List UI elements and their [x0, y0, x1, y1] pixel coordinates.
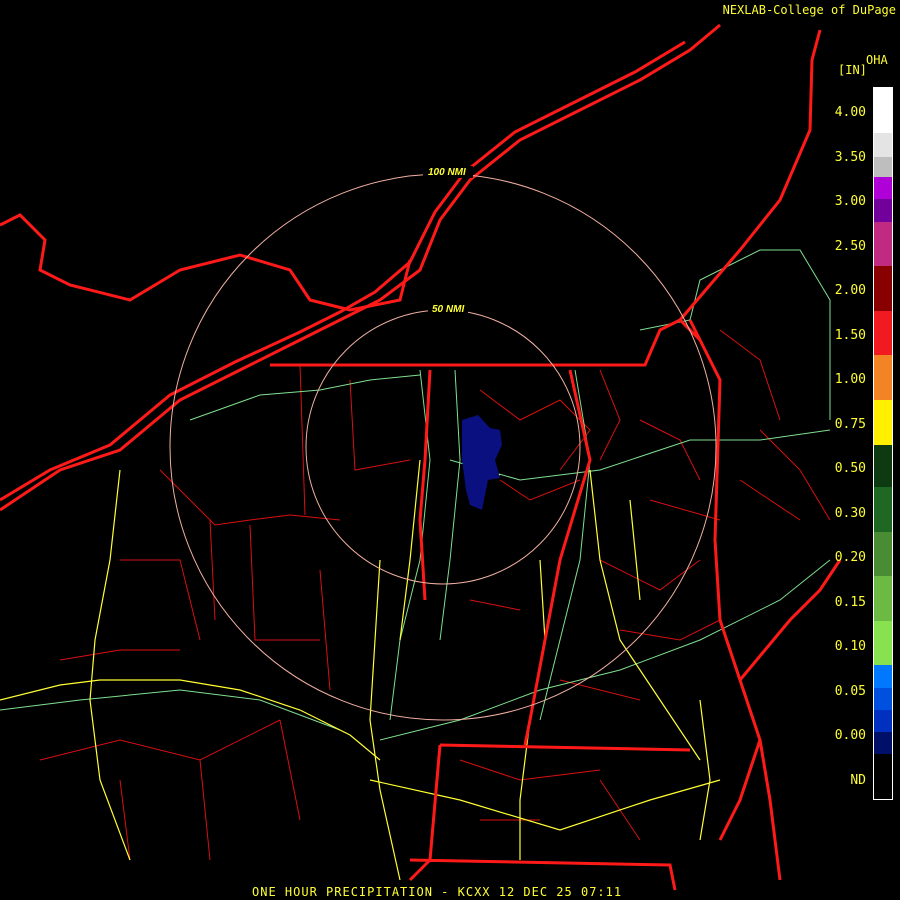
precipitation-echo [462, 415, 502, 510]
range-ring-100-label: 100 NMI [428, 167, 466, 178]
range-ring-50 [305, 309, 581, 585]
legend-color-segment [874, 732, 892, 755]
legend-label: 0.15 [834, 594, 866, 610]
product-title: ONE HOUR PRECIPITATION - KCXX 12 DEC 25 … [252, 885, 623, 899]
legend-label: 0.00 [834, 728, 866, 743]
state-borders [0, 23, 842, 891]
legend-color-segment [874, 687, 892, 710]
legend-color-segment [874, 531, 892, 577]
legend-label: 0.05 [834, 683, 866, 699]
legend-color-segment [874, 310, 892, 356]
legend-label: ND [850, 772, 866, 788]
range-rings [169, 173, 717, 721]
legend-color-segment [874, 157, 892, 178]
legend-color-segment [874, 177, 892, 200]
rivers [0, 249, 831, 741]
legend-product-code: OHA [866, 53, 888, 67]
legend-label: 1.00 [834, 372, 866, 387]
legend-colorbar [873, 87, 893, 800]
legend-label: 3.50 [834, 149, 866, 165]
legend-color-segment [874, 400, 892, 445]
legend-color-segment [874, 266, 892, 311]
legend-label: 4.00 [834, 105, 866, 120]
county-borders [39, 329, 831, 861]
map-canvas: 100 NMI 50 NMI [0, 23, 842, 891]
legend-label: 3.00 [834, 194, 866, 209]
legend-label: 0.20 [834, 550, 866, 565]
legend-color-segment [874, 444, 892, 487]
legend-color-segment [874, 620, 892, 666]
legend-color-segment [874, 576, 892, 621]
radar-map-view: 100 NMI 50 NMI NEXLAB-College of DuPage … [0, 0, 900, 900]
legend-color-segment [874, 199, 892, 222]
range-ring-50-label: 50 NMI [432, 304, 464, 315]
legend-label: 2.50 [834, 238, 866, 254]
legend-color-segment [874, 132, 892, 158]
legend-label: 0.30 [834, 505, 866, 521]
legend-color-segment [874, 88, 892, 133]
credit-label: NEXLAB-College of DuPage [722, 3, 896, 17]
legend-label: 0.75 [834, 416, 866, 432]
highways [0, 459, 721, 881]
legend-unit: [IN] [838, 63, 867, 77]
legend-label: 0.50 [834, 461, 866, 476]
legend-color-segment [874, 665, 892, 688]
legend-color-segment [874, 486, 892, 532]
legend-color-segment [874, 754, 892, 799]
legend-label: 2.00 [834, 283, 866, 298]
legend-color-segment [874, 709, 892, 733]
legend-label: 0.10 [834, 639, 866, 654]
range-ring-100 [169, 173, 717, 721]
legend-color-segment [874, 355, 892, 401]
legend-color-segment [874, 221, 892, 267]
legend-label: 1.50 [834, 327, 866, 343]
